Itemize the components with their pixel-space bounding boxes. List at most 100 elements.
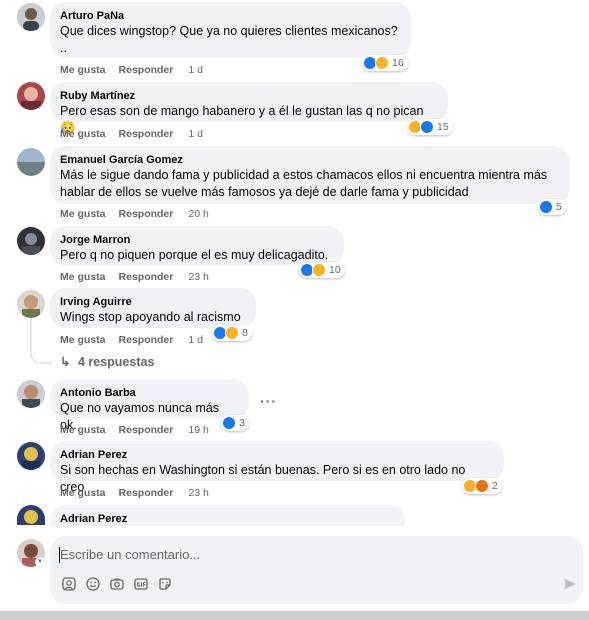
comment-text-line: .. — [60, 41, 67, 55]
comment-bubble: Ruby Martínez Pero esas son de mango hab… — [50, 82, 448, 135]
comment-time[interactable]: 20 h — [188, 208, 208, 220]
emoji-icon[interactable] — [86, 577, 100, 591]
comment-actions: Me gusta Responder 20 h — [60, 208, 222, 220]
avatar[interactable] — [17, 290, 45, 318]
avatar[interactable] — [17, 442, 45, 470]
like-button[interactable]: Me gusta — [60, 64, 106, 76]
reply-button[interactable]: Responder — [119, 208, 174, 220]
comment-actions: Me gusta Responder 23 h — [60, 487, 222, 499]
comment-author[interactable]: Adrian Perez — [60, 448, 492, 462]
comment-author[interactable]: Emanuel García Gomez — [60, 153, 558, 167]
avatar[interactable] — [17, 380, 45, 408]
comment-actions: Me gusta Responder 1 d — [60, 128, 216, 140]
reaction-count: 8 — [242, 327, 248, 339]
comment-composer[interactable]: Escribe un comentario... — [50, 536, 583, 604]
avatar[interactable] — [17, 3, 45, 31]
like-icon — [222, 416, 236, 430]
reply-button[interactable]: Responder — [119, 424, 174, 436]
avatar-image — [17, 505, 45, 525]
avatar-image — [17, 380, 45, 408]
reply-button[interactable]: Responder — [119, 487, 174, 499]
comment-bubble: Antonio Barba Que no vayamos nunca más o… — [50, 379, 249, 432]
reply-button[interactable]: Responder — [119, 128, 174, 140]
page-bottom-edge — [0, 611, 589, 620]
replies-count: 4 respuestas — [77, 355, 155, 369]
comment-bubble: Emanuel García Gomez Más le sigue dando … — [50, 146, 570, 204]
comment-author[interactable]: Jorge Marron — [60, 233, 332, 247]
avatar-image — [17, 290, 45, 318]
like-button[interactable]: Me gusta — [60, 271, 106, 283]
reaction-summary[interactable]: 15 — [407, 119, 453, 135]
comment-bubble: Adrian Perez Si son hechas en Washington… — [50, 441, 504, 494]
reply-arrow-icon: ↳ — [60, 355, 71, 369]
avatar-chevron-icon[interactable]: ▾ — [35, 557, 45, 567]
reaction-count: 10 — [329, 264, 341, 276]
view-replies-link[interactable]: ↳ 4 respuestas — [60, 354, 154, 369]
reaction-count: 2 — [492, 480, 498, 492]
comment-bubble: Adrian Perez — [50, 505, 405, 526]
comment-time[interactable]: 23 h — [188, 271, 208, 283]
comment-input[interactable]: Escribe un comentario... — [60, 547, 200, 562]
comment-actions: Me gusta Responder 1 d — [60, 64, 216, 76]
send-icon[interactable] — [563, 577, 577, 591]
comment-actions: Me gusta Responder 19 h — [60, 424, 222, 436]
thread-line — [30, 318, 52, 364]
haha-icon — [225, 326, 239, 340]
comment-bubble: Jorge Marron Pero q no piquen porque el … — [50, 226, 344, 266]
comment-time[interactable]: 19 h — [188, 424, 208, 436]
avatar[interactable] — [17, 148, 45, 176]
comment-time[interactable]: 1 d — [188, 128, 203, 140]
like-button[interactable]: Me gusta — [60, 424, 106, 436]
comment-text: Pero q no piquen porque el es muy delica… — [60, 248, 329, 262]
reaction-summary[interactable]: 16 — [362, 55, 408, 71]
reaction-count: 15 — [437, 121, 449, 133]
comment-actions: Me gusta Responder 23 h — [60, 271, 222, 283]
gif-icon[interactable] — [134, 577, 148, 591]
avatar-image — [17, 227, 45, 255]
avatar[interactable] — [17, 227, 45, 255]
like-button[interactable]: Me gusta — [60, 487, 106, 499]
avatar[interactable] — [17, 505, 45, 525]
like-button[interactable]: Me gusta — [60, 208, 106, 220]
avatar-image — [17, 82, 45, 110]
avatar-sticker-icon[interactable] — [62, 577, 76, 591]
comment-actions: Me gusta Responder 1 d — [60, 334, 216, 346]
comment-text: Wings stop apoyando al racismo — [60, 310, 241, 324]
sticker-icon[interactable] — [158, 577, 172, 591]
like-icon — [420, 120, 434, 134]
comment-author[interactable]: Antonio Barba — [60, 386, 237, 400]
reaction-count: 3 — [239, 417, 245, 429]
avatar[interactable] — [17, 82, 45, 110]
comment-author[interactable]: Ruby Martínez — [60, 89, 436, 103]
reaction-count: 16 — [392, 57, 404, 69]
comment-author[interactable]: Adrian Perez — [60, 512, 393, 526]
comment-time[interactable]: 1 d — [188, 64, 203, 76]
reaction-summary[interactable]: 8 — [212, 325, 252, 341]
reaction-summary[interactable]: 3 — [221, 415, 249, 431]
like-icon — [539, 200, 553, 214]
avatar-image — [17, 3, 45, 31]
comment-bubble: Arturo PaNa Que dices wingstop? Que ya n… — [50, 2, 411, 58]
reply-button[interactable]: Responder — [119, 334, 174, 346]
comment-text: Que dices wingstop? Que ya no quieres cl… — [60, 24, 398, 38]
camera-icon[interactable] — [110, 577, 124, 591]
reaction-summary[interactable]: 10 — [299, 262, 345, 278]
reply-button[interactable]: Responder — [119, 64, 174, 76]
reaction-count: 5 — [556, 201, 562, 213]
haha-icon — [312, 263, 326, 277]
reaction-summary[interactable]: 5 — [538, 199, 566, 215]
comments-panel: Arturo PaNa Que dices wingstop? Que ya n… — [0, 0, 589, 620]
comment-text-line: hablar de ellos se vuelve más famosos ya… — [60, 185, 469, 199]
reply-button[interactable]: Responder — [119, 271, 174, 283]
like-button[interactable]: Me gusta — [60, 334, 106, 346]
comment-time[interactable]: 1 d — [188, 334, 203, 346]
comment-author[interactable]: Arturo PaNa — [60, 9, 399, 23]
comment-time[interactable]: 23 h — [188, 487, 208, 499]
comment-text: Más le sigue dando fama y publicidad a e… — [60, 168, 548, 182]
avatar-image — [17, 442, 45, 470]
comment-author[interactable]: Irving Aguirre — [60, 295, 244, 309]
like-button[interactable]: Me gusta — [60, 128, 106, 140]
haha-icon — [375, 56, 389, 70]
reaction-summary[interactable]: 2 — [462, 478, 502, 494]
more-options-icon[interactable]: ··· — [260, 393, 277, 409]
